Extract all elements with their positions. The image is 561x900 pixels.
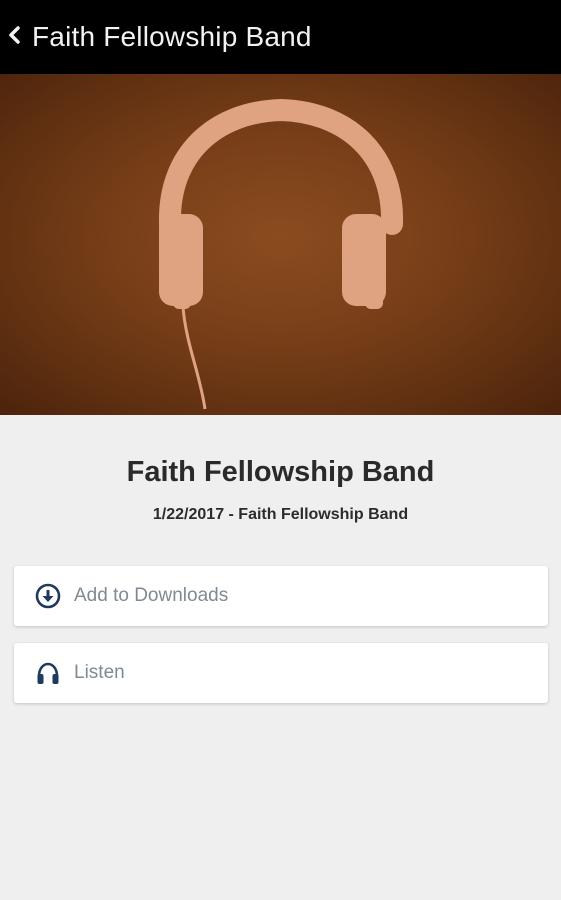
episode-subtitle: 1/22/2017 - Faith Fellowship Band [152, 506, 409, 523]
download-circle-icon [34, 582, 62, 610]
episode-title: Faith Fellowship Band [126, 456, 435, 488]
page-title: Faith Fellowship Band [32, 21, 312, 52]
top-app-bar: Faith Fellowship Band [0, 0, 561, 74]
back-button[interactable] [0, 0, 28, 74]
headphones-icon [0, 74, 561, 415]
chevron-left-icon [7, 25, 21, 50]
add-to-downloads-button[interactable]: Add to Downloads [14, 566, 548, 626]
listen-button[interactable]: Listen [14, 643, 548, 703]
episode-details: Faith Fellowship Band 1/22/2017 - Faith … [0, 415, 561, 900]
episode-artwork [0, 74, 561, 415]
add-to-downloads-label: Add to Downloads [74, 585, 229, 606]
listen-label: Listen [74, 662, 125, 683]
headphones-icon [34, 659, 62, 687]
